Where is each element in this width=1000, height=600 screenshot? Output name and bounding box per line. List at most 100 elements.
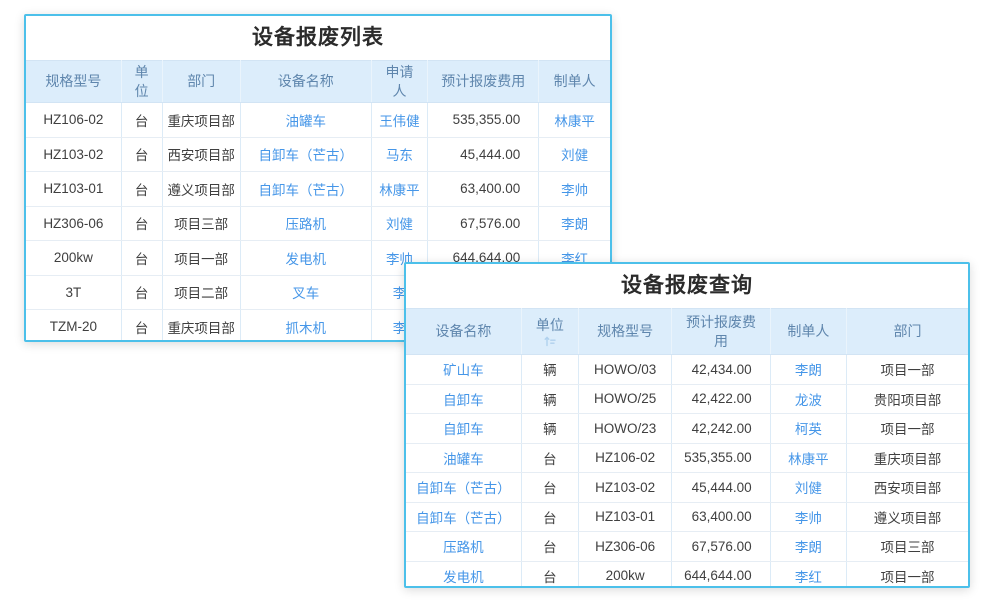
cell: 项目一部: [847, 561, 968, 588]
cell: 项目二部: [162, 275, 240, 310]
column-header-label: 预计报废费用: [684, 313, 757, 349]
cell: 535,355.00: [672, 443, 770, 473]
column-header[interactable]: 单位: [521, 309, 578, 355]
table-row: 自卸车（芒古）台HZ103-0245,444.00刘健西安项目部: [406, 473, 968, 503]
table-row: HZ306-06台项目三部压路机刘健67,576.00李朗: [26, 206, 610, 241]
link-cell[interactable]: 自卸车（芒古）: [240, 172, 371, 207]
cell: 辆: [521, 355, 578, 385]
link-cell[interactable]: 压路机: [240, 206, 371, 241]
sort-ascending-icon[interactable]: [544, 335, 556, 347]
link-cell[interactable]: 龙波: [770, 384, 846, 414]
link-cell[interactable]: 矿山车: [406, 355, 521, 385]
cell: HZ306-06: [579, 532, 672, 562]
table-row: 发电机台200kw644,644.00李红项目一部: [406, 561, 968, 588]
cell: 63,400.00: [672, 502, 770, 532]
link-cell[interactable]: 李帅: [539, 172, 610, 207]
cell: TZM-20: [26, 310, 121, 343]
table-row: 自卸车（芒古）台HZ103-0163,400.00李帅遵义项目部: [406, 502, 968, 532]
link-cell[interactable]: 发电机: [240, 241, 371, 276]
cell: 项目三部: [162, 206, 240, 241]
page-title: 设备报废查询: [406, 264, 968, 308]
column-header-label: 部门: [894, 322, 922, 340]
link-cell[interactable]: 李朗: [770, 355, 846, 385]
cell: 200kw: [26, 241, 121, 276]
cell: 重庆项目部: [162, 103, 240, 138]
column-header-label: 规格型号: [597, 322, 653, 340]
link-cell[interactable]: 发电机: [406, 561, 521, 588]
link-cell[interactable]: 自卸车（芒古）: [240, 137, 371, 172]
cell: 535,355.00: [428, 103, 539, 138]
cell: 台: [521, 443, 578, 473]
link-cell[interactable]: 王伟健: [371, 103, 428, 138]
link-cell[interactable]: 自卸车: [406, 414, 521, 444]
link-cell[interactable]: 李帅: [770, 502, 846, 532]
table-row: HZ103-01台遵义项目部自卸车（芒古）林康平63,400.00李帅: [26, 172, 610, 207]
cell: HZ306-06: [26, 206, 121, 241]
cell: 200kw: [579, 561, 672, 588]
link-cell[interactable]: 压路机: [406, 532, 521, 562]
cell: 项目一部: [847, 414, 968, 444]
link-cell[interactable]: 油罐车: [240, 103, 371, 138]
cell: 项目三部: [847, 532, 968, 562]
cell: 重庆项目部: [847, 443, 968, 473]
table-row: HZ106-02台重庆项目部油罐车王伟健535,355.00林康平: [26, 103, 610, 138]
link-cell[interactable]: 油罐车: [406, 443, 521, 473]
link-cell[interactable]: 林康平: [770, 443, 846, 473]
link-cell[interactable]: 林康平: [539, 103, 610, 138]
link-cell[interactable]: 叉车: [240, 275, 371, 310]
column-header: 单位: [121, 61, 162, 103]
cell: 辆: [521, 414, 578, 444]
link-cell[interactable]: 林康平: [371, 172, 428, 207]
link-cell[interactable]: 刘健: [770, 473, 846, 503]
cell: HZ106-02: [579, 443, 672, 473]
column-header-label: 规格型号: [45, 72, 101, 90]
desktop-background: 设备报废列表 规格型号单位部门设备名称申请人预计报废费用制单人 HZ106-02…: [0, 0, 1000, 600]
cell: 台: [521, 473, 578, 503]
cell: 67,576.00: [428, 206, 539, 241]
table-row: 自卸车辆HOWO/2342,242.00柯英项目一部: [406, 414, 968, 444]
column-header: 制单人: [539, 61, 610, 103]
cell: HZ103-02: [579, 473, 672, 503]
column-header: 制单人: [770, 309, 846, 355]
cell: 台: [121, 275, 162, 310]
cell: 重庆项目部: [162, 310, 240, 343]
cell: 42,242.00: [672, 414, 770, 444]
scrap-query-table: 设备名称单位规格型号预计报废费用制单人部门 矿山车辆HOWO/0342,434.…: [406, 308, 968, 588]
scrap-query-panel: 设备报废查询 设备名称单位规格型号预计报废费用制单人部门 矿山车辆HOWO/03…: [404, 262, 970, 588]
link-cell[interactable]: 李朗: [539, 206, 610, 241]
cell: 台: [121, 241, 162, 276]
link-cell[interactable]: 自卸车（芒古）: [406, 473, 521, 503]
link-cell[interactable]: 李红: [770, 561, 846, 588]
link-cell[interactable]: 自卸车（芒古）: [406, 502, 521, 532]
header-row: 设备名称单位规格型号预计报废费用制单人部门: [406, 309, 968, 355]
table-row: 压路机台HZ306-0667,576.00李朗项目三部: [406, 532, 968, 562]
page-title: 设备报废列表: [26, 16, 610, 60]
link-cell[interactable]: 马东: [371, 137, 428, 172]
column-header-label: 预计报废费用: [441, 72, 525, 90]
column-header-label: 设备名称: [278, 72, 334, 90]
link-cell[interactable]: 刘健: [539, 137, 610, 172]
link-cell[interactable]: 自卸车: [406, 384, 521, 414]
cell: 63,400.00: [428, 172, 539, 207]
column-header: 设备名称: [240, 61, 371, 103]
column-header: 预计报废费用: [672, 309, 770, 355]
cell: 42,422.00: [672, 384, 770, 414]
table-row: HZ103-02台西安项目部自卸车（芒古）马东45,444.00刘健: [26, 137, 610, 172]
column-header: 部门: [847, 309, 968, 355]
column-header: 预计报废费用: [428, 61, 539, 103]
column-header: 规格型号: [26, 61, 121, 103]
column-header: 规格型号: [579, 309, 672, 355]
column-header-label: 申请人: [384, 63, 416, 99]
link-cell[interactable]: 刘健: [371, 206, 428, 241]
link-cell[interactable]: 柯英: [770, 414, 846, 444]
cell: 台: [121, 137, 162, 172]
cell: 45,444.00: [428, 137, 539, 172]
cell: 西安项目部: [162, 137, 240, 172]
cell: 42,434.00: [672, 355, 770, 385]
link-cell[interactable]: 李朗: [770, 532, 846, 562]
cell: 台: [521, 502, 578, 532]
cell: 项目一部: [162, 241, 240, 276]
cell: 贵阳项目部: [847, 384, 968, 414]
table-row: 自卸车辆HOWO/2542,422.00龙波贵阳项目部: [406, 384, 968, 414]
link-cell[interactable]: 抓木机: [240, 310, 371, 343]
